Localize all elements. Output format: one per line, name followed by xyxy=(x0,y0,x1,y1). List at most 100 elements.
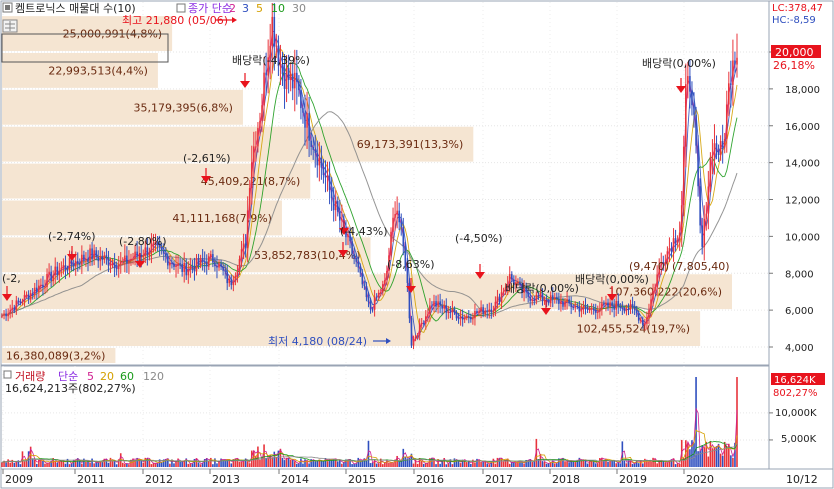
volume-bar xyxy=(398,461,400,467)
volume-bar xyxy=(316,460,319,467)
candle-body xyxy=(619,306,622,308)
candle-body xyxy=(226,271,229,284)
volume-bar xyxy=(687,443,689,467)
price-tick-label: 4,000 xyxy=(785,343,814,354)
candle-body xyxy=(105,255,108,258)
stock-chart: 25,000,991(4,8%)22,993,513(4,4%)35,179,3… xyxy=(0,0,834,489)
candle-body xyxy=(715,143,718,152)
volume-bar xyxy=(296,463,298,467)
candle-body xyxy=(470,317,472,320)
volume-bar xyxy=(382,464,384,467)
candle-body xyxy=(549,295,552,304)
volume-bar xyxy=(689,449,691,467)
volume-toggle-icon[interactable] xyxy=(3,370,12,379)
candle-body xyxy=(494,301,497,311)
candle-body xyxy=(656,274,658,288)
pct-label-2009: (-2, xyxy=(2,272,21,285)
candle-body xyxy=(353,253,355,258)
candle-body xyxy=(701,225,703,247)
volume-bar xyxy=(465,462,468,467)
volume-bar xyxy=(470,463,472,467)
volume-bar xyxy=(422,463,425,467)
volume-bar xyxy=(732,457,734,467)
price-tick-label: 8,000 xyxy=(785,269,814,280)
candle-body xyxy=(29,293,32,300)
volume-bar xyxy=(199,464,202,467)
volume-bar xyxy=(283,460,286,467)
volume-bar xyxy=(109,457,112,467)
volume-bar xyxy=(715,446,718,467)
volume-bar xyxy=(377,463,380,467)
pct-label-2015: (-4,43%) xyxy=(340,225,388,238)
candle-body xyxy=(685,84,687,147)
volume-bar xyxy=(635,460,638,467)
candle-body xyxy=(1,315,3,317)
pct-label-2017: (-4,50%) xyxy=(455,232,503,245)
dividend-label-2019-a: 배당락(0,00%) xyxy=(642,57,716,70)
candle-body xyxy=(642,319,644,326)
volume-bar xyxy=(574,462,577,467)
candle-body xyxy=(703,218,706,247)
candle-body xyxy=(564,301,566,307)
candle-body xyxy=(320,157,323,168)
volume-bar xyxy=(257,446,259,467)
ma-toggle-icon[interactable] xyxy=(176,3,186,13)
volume-profile-label: 16,380,089(3,2%) xyxy=(6,350,106,363)
candle-body xyxy=(126,255,128,264)
volume-bar xyxy=(173,463,175,467)
volume-bar xyxy=(625,463,628,467)
price-badge: 20,000 xyxy=(775,46,814,59)
volume-bar xyxy=(263,444,265,467)
volume-bar xyxy=(678,463,681,467)
time-tick-label: 2011 xyxy=(77,473,105,486)
candle-body xyxy=(472,318,474,320)
candle-body xyxy=(255,146,257,148)
candle-body xyxy=(543,300,546,302)
candle-body xyxy=(203,261,206,263)
candle-body xyxy=(435,301,437,307)
volume-bar xyxy=(543,461,546,467)
candle-body xyxy=(500,292,503,302)
candle-body xyxy=(572,306,575,308)
volume-bar xyxy=(273,451,276,467)
candle-body xyxy=(590,308,593,310)
candle-body xyxy=(7,313,9,317)
volume-bar xyxy=(54,461,57,467)
volume-bar xyxy=(664,462,667,467)
volume-profile-label: 107,360,222(20,6%) xyxy=(608,286,722,299)
extra-label-2: (7,805,40) xyxy=(672,260,730,273)
volume-bar xyxy=(445,464,448,467)
candle-body xyxy=(216,266,218,268)
candle-body xyxy=(451,308,454,313)
candle-body xyxy=(631,304,634,307)
volume-bar xyxy=(584,460,587,467)
candle-body xyxy=(427,314,429,317)
price-tick-label: 12,000 xyxy=(785,196,820,207)
volume-bar xyxy=(642,463,644,467)
volume-profile-label: 22,993,513(4,4%) xyxy=(48,64,148,77)
volume-bar xyxy=(181,461,183,467)
volume-bar xyxy=(336,461,339,467)
volume-bar xyxy=(300,458,302,467)
candle-body xyxy=(234,275,237,282)
candle-body xyxy=(207,256,210,267)
time-tick-label: 2016 xyxy=(416,473,444,486)
candle-body xyxy=(627,308,630,310)
volume-bar xyxy=(142,462,145,467)
volume-bar xyxy=(365,460,368,467)
volume-bar xyxy=(666,462,669,467)
time-tick-label: 2013 xyxy=(212,473,240,486)
volume-bar xyxy=(355,463,357,467)
candle-body xyxy=(218,263,220,268)
volume-bar xyxy=(629,460,632,467)
volume-bar xyxy=(723,441,726,467)
volume-bar xyxy=(91,458,93,467)
candle-body xyxy=(621,307,624,309)
candle-body xyxy=(332,198,335,211)
candle-body xyxy=(609,302,611,307)
candle-body xyxy=(238,259,241,272)
candle-body xyxy=(371,309,374,311)
candle-body xyxy=(316,152,319,166)
volume-badge: 16,624K xyxy=(774,375,816,386)
candle-body xyxy=(62,265,65,268)
